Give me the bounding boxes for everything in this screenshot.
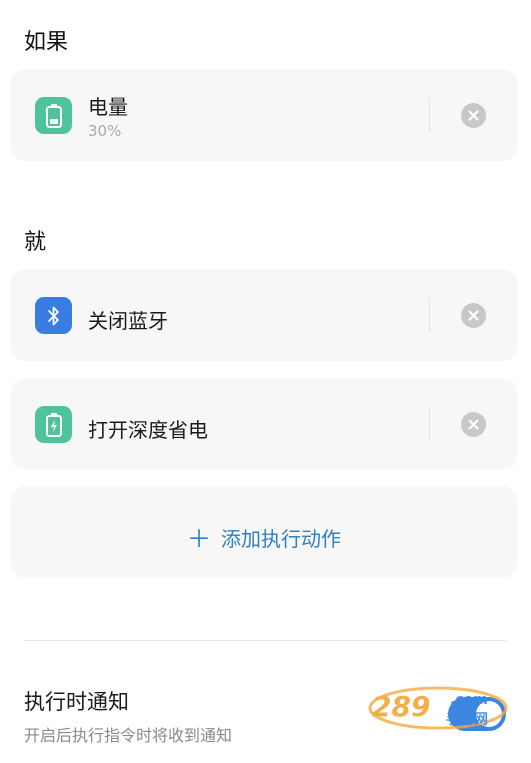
condition-card-battery[interactable]: 电量 30%	[11, 69, 517, 161]
card-divider	[429, 98, 430, 132]
svg-text:手游网: 手游网	[446, 711, 488, 728]
remove-condition-button[interactable]	[461, 103, 486, 128]
remove-action-button[interactable]	[461, 303, 486, 328]
watermark-logo: 289 .com 手游网	[368, 686, 508, 730]
add-action-button[interactable]: ＋ 添加执行动作	[11, 486, 517, 578]
close-icon	[468, 310, 479, 321]
action-label: 打开深度省电	[88, 418, 208, 442]
then-section-title: 就	[24, 230, 47, 255]
notify-description: 开启后执行指令时将收到通知	[24, 726, 233, 745]
plus-icon: ＋	[187, 525, 211, 553]
divider	[24, 640, 506, 641]
svg-text:.com: .com	[450, 692, 488, 708]
svg-text:289: 289	[372, 690, 430, 723]
action-label: 关闭蓝牙	[88, 309, 168, 333]
if-section-title: 如果	[24, 30, 69, 55]
add-action-label: 添加执行动作	[221, 527, 341, 551]
card-divider	[429, 407, 430, 441]
condition-value: 30%	[88, 122, 122, 140]
close-icon	[468, 110, 479, 121]
notify-title: 执行时通知	[24, 690, 129, 714]
close-icon	[468, 419, 479, 430]
bluetooth-icon	[35, 297, 72, 334]
action-card-bluetooth[interactable]: 关闭蓝牙	[11, 269, 517, 361]
action-card-power-saving[interactable]: 打开深度省电	[11, 378, 517, 470]
condition-label: 电量	[88, 95, 128, 119]
card-divider	[429, 298, 430, 332]
battery-charging-icon	[35, 406, 72, 443]
battery-icon	[35, 97, 72, 134]
remove-action-button[interactable]	[461, 412, 486, 437]
